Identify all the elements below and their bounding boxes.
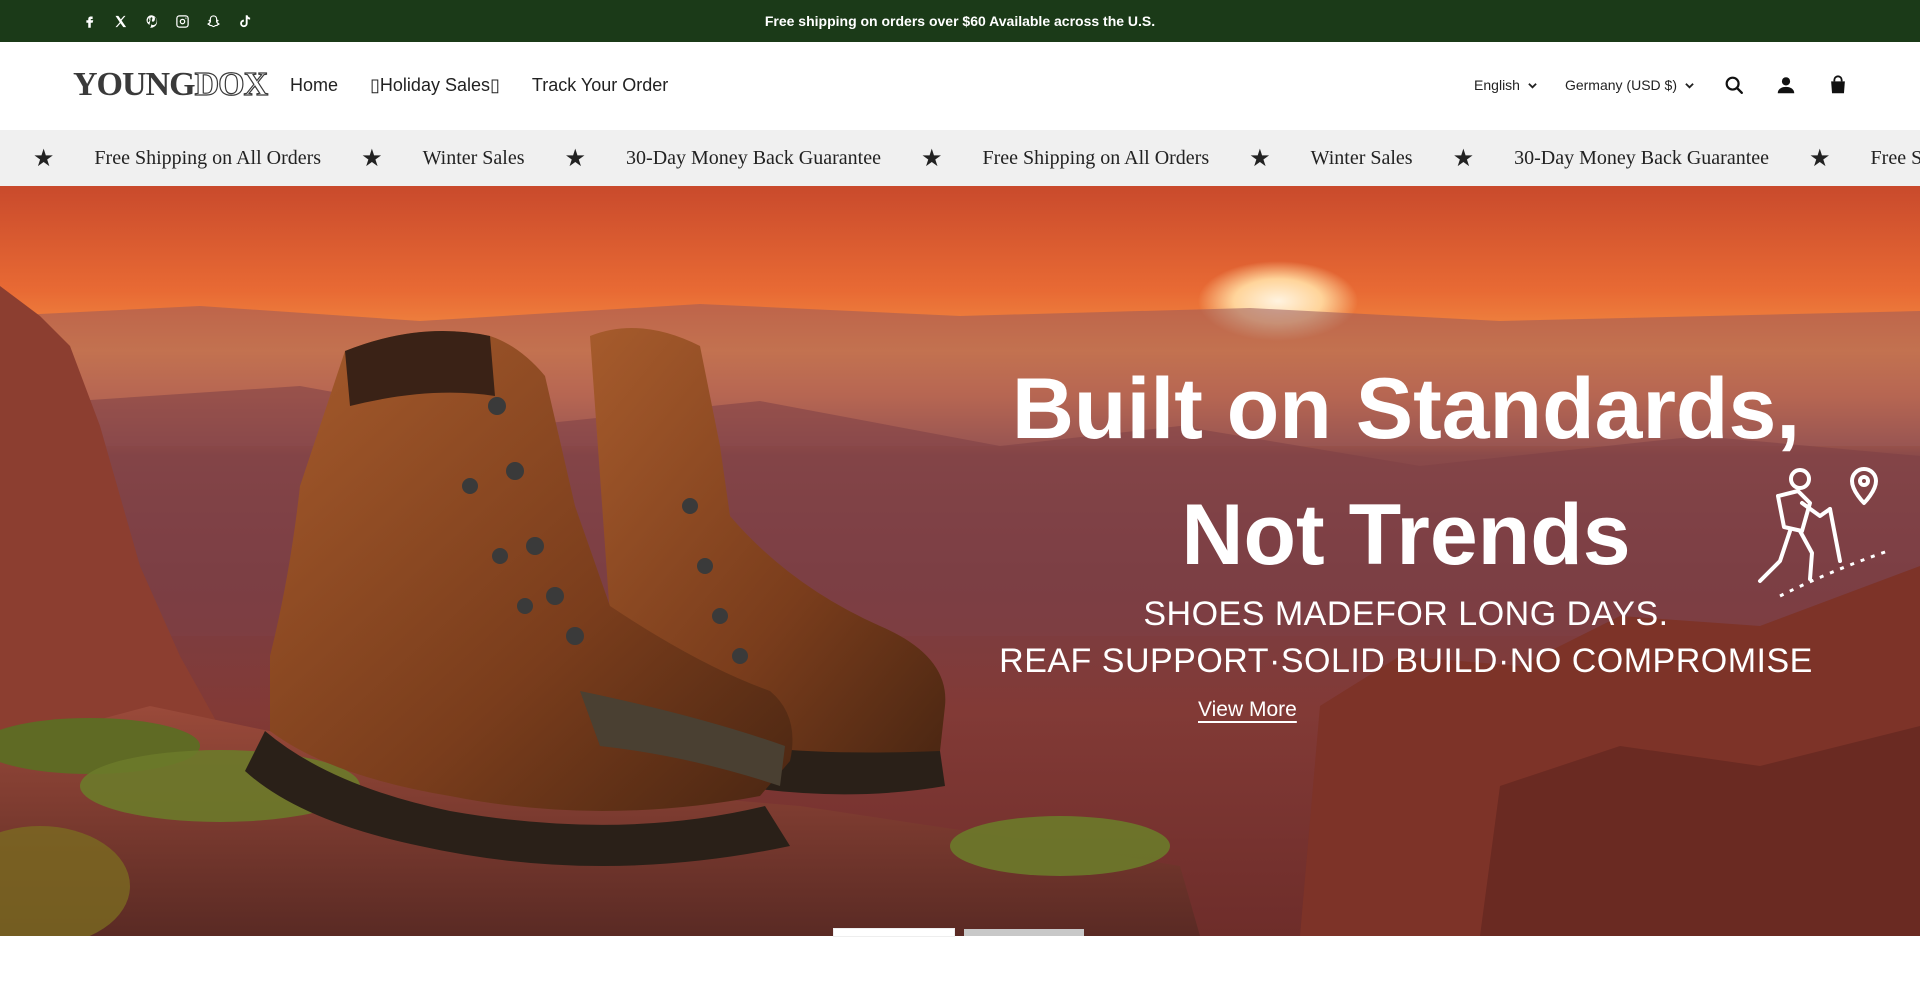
marquee-item: Free Shipping on All Orders: [982, 146, 1210, 169]
marquee-item: 30-Day Money Back Guarantee: [1514, 146, 1770, 169]
hiker-icon: [1758, 467, 1889, 598]
marquee-item: Free Shipping on All Orders: [94, 146, 322, 169]
account-icon[interactable]: [1774, 73, 1798, 97]
hero-subtitle: SHOES MADEFOR LONG DAYS. REAF SUPPORT·SO…: [976, 591, 1836, 685]
chevron-down-icon: [1685, 82, 1694, 89]
nav-home[interactable]: Home: [290, 75, 338, 96]
main-nav: Home ▯Holiday Sales▯ Track Your Order: [290, 75, 668, 96]
hero-subtitle-line2: REAF SUPPORT·SOLID BUILD·NO COMPROMISE: [999, 642, 1813, 680]
chevron-down-icon: [1528, 82, 1537, 89]
hero-subtitle-line1: SHOES MADEFOR LONG DAYS.: [1143, 595, 1669, 633]
logo-text-outline: DOX: [194, 65, 269, 103]
slide-dot-2[interactable]: [964, 929, 1084, 936]
hero-title-line1: Built on Standards,: [1011, 361, 1801, 457]
cart-icon[interactable]: [1826, 73, 1850, 97]
announcement-text: Free shipping on orders over $60 Availab…: [764, 13, 1156, 29]
brand-logo[interactable]: YOUNGDOX: [73, 65, 269, 104]
header-utilities: English Germany (USD $): [1474, 64, 1850, 106]
marquee-item: 30-Day Money Back Guarantee: [626, 146, 881, 169]
marquee-item: Winter Sales: [422, 146, 525, 169]
star-icon: ★: [564, 145, 587, 172]
star-icon: ★: [32, 145, 55, 172]
star-icon: ★: [1809, 145, 1831, 172]
marquee-item: Free Shipping on All Orders: [1870, 146, 1920, 169]
language-value: English: [1474, 77, 1520, 93]
star-icon: ★: [1452, 145, 1475, 172]
search-icon[interactable]: [1722, 73, 1746, 97]
promo-marquee: e★ Free Shipping on All Orders★ Winter S…: [0, 130, 1920, 186]
hero-title: Built on Standards, Not Trends: [976, 346, 1836, 598]
slide-pagination: [834, 929, 1084, 936]
marquee-track: e★ Free Shipping on All Orders★ Winter S…: [0, 130, 1920, 186]
site-header: YOUNGDOX Home ▯Holiday Sales▯ Track Your…: [0, 42, 1920, 130]
currency-selector[interactable]: Germany (USD $): [1565, 77, 1694, 93]
currency-value: Germany (USD $): [1564, 77, 1677, 93]
star-icon: ★: [361, 145, 383, 172]
nav-holiday-sales[interactable]: ▯Holiday Sales▯: [370, 75, 500, 96]
hero-banner[interactable]: Built on Standards, Not Trends SHOES MAD…: [0, 186, 1920, 936]
hero-title-line2: Not Trends: [1181, 487, 1631, 583]
nav-track-order[interactable]: Track Your Order: [532, 75, 668, 96]
logo-text-solid: YOUNG: [73, 66, 196, 103]
marquee-item: Winter Sales: [1310, 146, 1413, 169]
view-more-link[interactable]: View More: [1198, 698, 1297, 722]
star-icon: ★: [920, 145, 943, 172]
announcement-bar: Free shipping on orders over $60 Availab…: [0, 0, 1920, 42]
star-icon: ★: [1249, 145, 1271, 172]
slide-dot-1[interactable]: [834, 929, 954, 936]
language-selector[interactable]: English: [1474, 77, 1537, 93]
